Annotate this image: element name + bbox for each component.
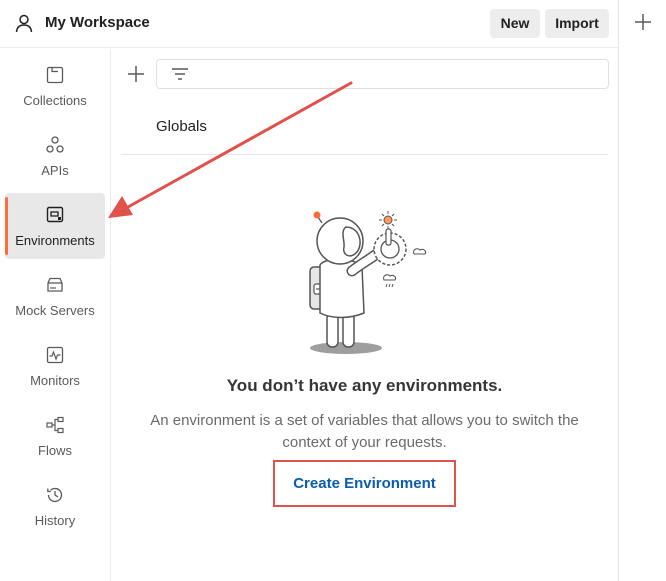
import-button[interactable]: Import [545, 9, 609, 38]
right-pane [618, 0, 666, 581]
sidebar-item-label: Collections [23, 93, 87, 108]
empty-state-title: You don’t have any environments. [226, 376, 503, 395]
flows-icon [46, 416, 64, 434]
create-environment-button[interactable]: Create Environment [275, 462, 454, 505]
create-environment-highlight: Create Environment [273, 460, 456, 507]
sidebar-item-apis[interactable]: APIs [5, 123, 105, 189]
sidebar-item-flows[interactable]: Flows [5, 403, 105, 469]
user-icon [15, 14, 33, 33]
sidebar-item-history[interactable]: History [5, 473, 105, 539]
add-environment-icon[interactable] [125, 63, 147, 85]
mock-servers-icon [47, 277, 63, 292]
sidebar-item-label: Flows [38, 443, 72, 458]
apis-icon [46, 136, 64, 153]
empty-state-description: An environment is a set of variables tha… [150, 412, 579, 451]
sidebar-item-label: Mock Servers [15, 303, 95, 318]
globals-list-item[interactable]: Globals [121, 110, 608, 155]
monitors-icon [46, 346, 64, 364]
collections-icon [46, 66, 64, 84]
sidebar: Collections APIs Environments Mock Serve… [0, 49, 111, 581]
sidebar-item-label: Monitors [30, 373, 80, 388]
sidebar-item-monitors[interactable]: Monitors [5, 333, 105, 399]
sidebar-item-mock-servers[interactable]: Mock Servers [5, 263, 105, 329]
sidebar-item-collections[interactable]: Collections [5, 53, 105, 119]
new-button[interactable]: New [490, 9, 540, 38]
globals-label: Globals [156, 118, 207, 135]
sidebar-item-label: APIs [41, 163, 69, 178]
workspace-header: My Workspace New Import [0, 0, 618, 48]
history-icon [47, 487, 63, 503]
environments-icon [46, 206, 64, 223]
astronaut-illustration [309, 211, 427, 354]
workspace-title[interactable]: My Workspace [45, 14, 150, 31]
filter-input[interactable] [156, 59, 609, 89]
sidebar-item-environments[interactable]: Environments [5, 193, 105, 259]
postman-workspace: My Workspace New Import Collections APIs [0, 0, 666, 581]
sidebar-item-label: History [34, 513, 76, 528]
plus-icon[interactable] [633, 12, 653, 32]
filter-icon[interactable] [171, 66, 189, 82]
sidebar-item-label: Environments [15, 233, 95, 248]
